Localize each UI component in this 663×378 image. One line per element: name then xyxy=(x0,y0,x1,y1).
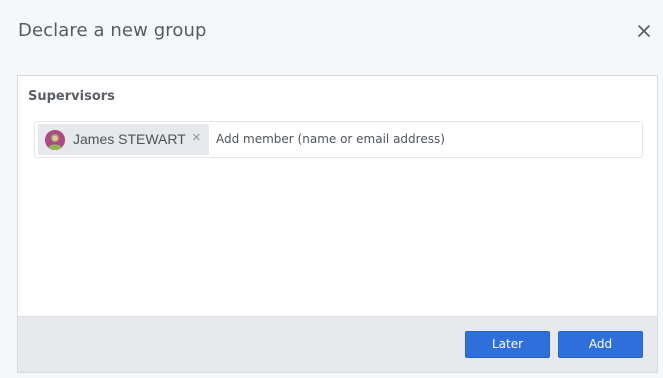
member-field[interactable]: James STEWART × xyxy=(34,121,643,158)
member-name: James STEWART xyxy=(73,131,186,147)
close-icon xyxy=(638,25,650,37)
dialog-footer: Later Add xyxy=(18,316,657,372)
user-avatar-icon xyxy=(45,130,65,150)
later-button[interactable]: Later xyxy=(465,331,550,358)
member-chip: James STEWART × xyxy=(38,124,209,155)
remove-member-button[interactable]: × xyxy=(192,130,201,146)
supervisors-panel: Supervisors James STEWART × Later Add xyxy=(17,75,658,373)
add-button[interactable]: Add xyxy=(558,331,643,358)
avatar xyxy=(45,130,65,150)
dialog-title: Declare a new group xyxy=(18,20,207,41)
supervisors-label: Supervisors xyxy=(28,89,115,104)
add-member-input[interactable] xyxy=(214,127,618,151)
close-button[interactable] xyxy=(635,22,653,40)
